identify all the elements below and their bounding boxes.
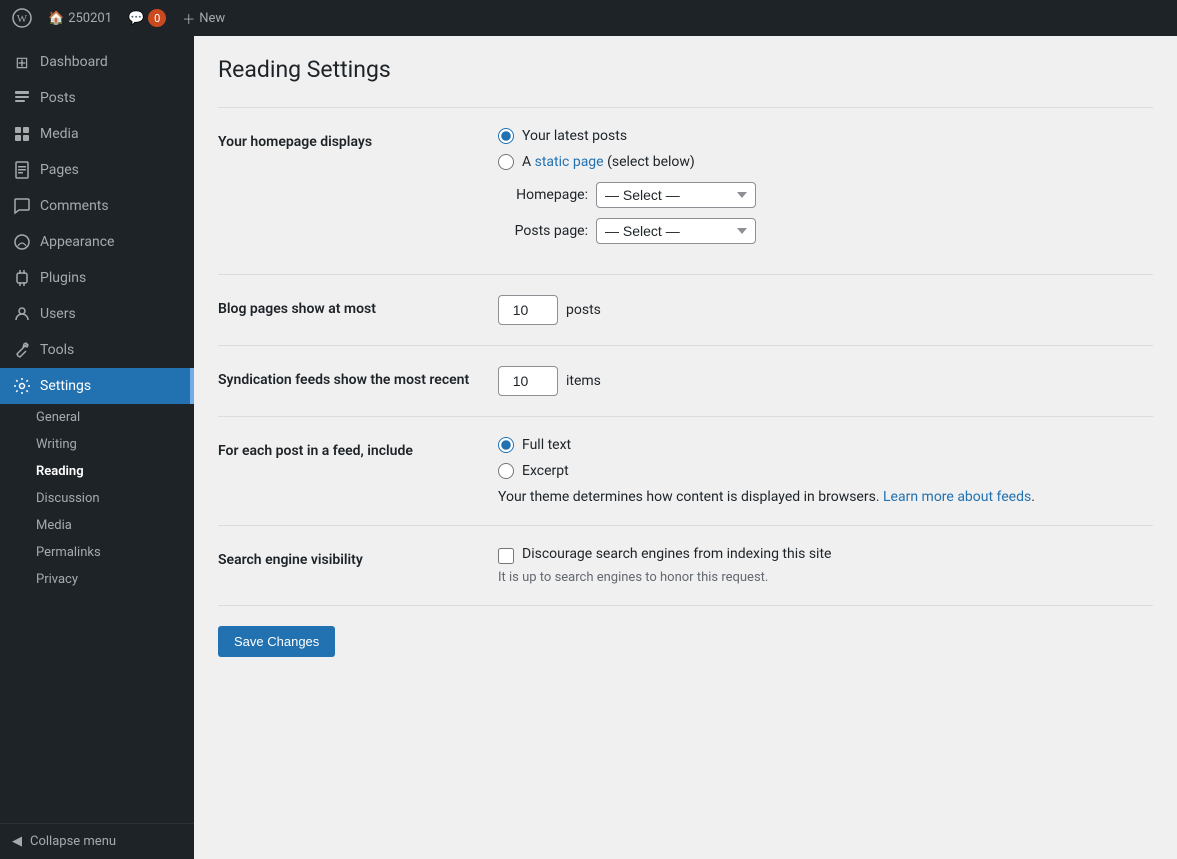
sidebar-item-comments[interactable]: Comments [0,188,194,224]
excerpt-radio[interactable] [498,463,514,479]
submenu-media[interactable]: Media [0,512,194,539]
dashboard-icon: ⊞ [12,52,32,72]
search-visibility-checkbox[interactable] [498,548,514,564]
posts-icon [12,88,32,108]
sidebar-item-tools[interactable]: Tools [0,332,194,368]
collapse-menu-button[interactable]: ◀ Collapse menu [0,823,194,859]
new-content-button[interactable]: ＋ New [182,9,225,28]
tools-icon [12,340,32,360]
settings-icon [12,376,32,396]
static-page-link[interactable]: static page [535,154,604,170]
search-visibility-checkbox-label: Discourage search engines from indexing … [522,546,831,562]
divider-3 [218,416,1153,417]
sidebar-item-plugins[interactable]: Plugins [0,260,194,296]
blog-pages-control: 10 posts [498,295,1153,325]
sidebar-item-appearance[interactable]: Appearance [0,224,194,260]
comments-icon [12,196,32,216]
search-visibility-row: Search engine visibility Discourage sear… [218,530,1153,601]
search-visibility-control: Discourage search engines from indexing … [498,546,1153,585]
topbar: W 🏠 250201 💬 0 ＋ New [0,0,1177,36]
syndication-input-row: 10 items [498,366,1153,396]
appearance-icon [12,232,32,252]
comments-count: 0 [148,9,166,27]
divider-1 [218,274,1153,275]
radio-static-page[interactable]: A static page (select below) [498,154,1153,170]
posts-page-select[interactable]: — Select — [596,218,756,244]
sidebar-item-posts[interactable]: Posts [0,80,194,116]
syndication-feeds-input[interactable]: 10 [498,366,558,396]
syndication-feeds-row: Syndication feeds show the most recent 1… [218,350,1153,412]
search-visibility-label: Search engine visibility [218,546,498,571]
form-actions: Save Changes [218,610,1153,657]
svg-text:W: W [17,13,28,25]
homepage-select-label: Homepage: [498,187,588,203]
home-icon: 🏠 [48,11,64,26]
feed-content-label: For each post in a feed, include [218,437,498,462]
sidebar-item-media[interactable]: Media [0,116,194,152]
excerpt-label: Excerpt [522,463,569,479]
comment-icon: 💬 [128,11,144,26]
full-text-radio[interactable] [498,437,514,453]
learn-more-link[interactable]: Learn more about feeds [883,489,1031,505]
users-icon [12,304,32,324]
blog-pages-row: Blog pages show at most 10 posts [218,279,1153,341]
plugins-icon [12,268,32,288]
sidebar-item-dashboard[interactable]: ⊞ Dashboard [0,44,194,80]
sidebar-item-pages[interactable]: Pages [0,152,194,188]
latest-posts-label: Your latest posts [522,128,627,144]
divider-4 [218,525,1153,526]
save-changes-button[interactable]: Save Changes [218,626,335,657]
syndication-feeds-control: 10 items [498,366,1153,396]
radio-latest-posts[interactable]: Your latest posts [498,128,1153,144]
search-visibility-checkbox-option[interactable]: Discourage search engines from indexing … [498,546,1153,564]
syndication-feeds-label: Syndication feeds show the most recent [218,366,498,391]
collapse-icon: ◀ [12,834,22,849]
pages-icon [12,160,32,180]
posts-page-select-label: Posts page: [498,223,588,239]
plus-icon: ＋ [182,9,195,28]
comments-link[interactable]: 💬 0 [128,9,166,27]
main-content: Reading Settings Your homepage displays … [194,36,1177,859]
radio-full-text[interactable]: Full text [498,437,1153,453]
sidebar: ⊞ Dashboard Posts [0,36,194,859]
static-page-label: A static page (select below) [522,154,695,170]
submenu-privacy[interactable]: Privacy [0,566,194,593]
sidebar-menu: ⊞ Dashboard Posts [0,36,194,823]
submenu-discussion[interactable]: Discussion [0,485,194,512]
homepage-displays-label: Your homepage displays [218,128,498,153]
sidebar-item-users[interactable]: Users [0,296,194,332]
syndication-feeds-unit: items [566,373,601,389]
radio-excerpt[interactable]: Excerpt [498,463,1153,479]
homepage-displays-row: Your homepage displays Your latest posts… [218,112,1153,270]
feed-content-row: For each post in a feed, include Full te… [218,421,1153,521]
submenu-general[interactable]: General [0,404,194,431]
latest-posts-radio[interactable] [498,128,514,144]
submenu-permalinks[interactable]: Permalinks [0,539,194,566]
site-name[interactable]: 🏠 250201 [48,11,112,26]
homepage-select-row: Homepage: — Select — [498,182,1153,208]
full-text-label: Full text [522,437,571,453]
settings-submenu: General Writing Reading Discussion Media… [0,404,194,593]
divider-top [218,107,1153,108]
submenu-reading[interactable]: Reading [0,458,194,485]
homepage-displays-control: Your latest posts A static page (select … [498,128,1153,254]
divider-5 [218,605,1153,606]
page-title: Reading Settings [218,56,1153,83]
posts-page-select-row: Posts page: — Select — [498,218,1153,244]
blog-pages-input[interactable]: 10 [498,295,558,325]
feed-description: Your theme determines how content is dis… [498,489,1153,505]
search-visibility-help: It is up to search engines to honor this… [498,570,1153,585]
media-icon [12,124,32,144]
static-page-radio[interactable] [498,154,514,170]
blog-pages-label: Blog pages show at most [218,295,498,320]
blog-pages-input-row: 10 posts [498,295,1153,325]
wp-logo-icon: W [12,8,32,28]
homepage-select[interactable]: — Select — [596,182,756,208]
sidebar-item-settings[interactable]: Settings [0,368,194,404]
feed-content-control: Full text Excerpt Your theme determines … [498,437,1153,505]
blog-pages-unit: posts [566,302,601,318]
divider-2 [218,345,1153,346]
submenu-writing[interactable]: Writing [0,431,194,458]
